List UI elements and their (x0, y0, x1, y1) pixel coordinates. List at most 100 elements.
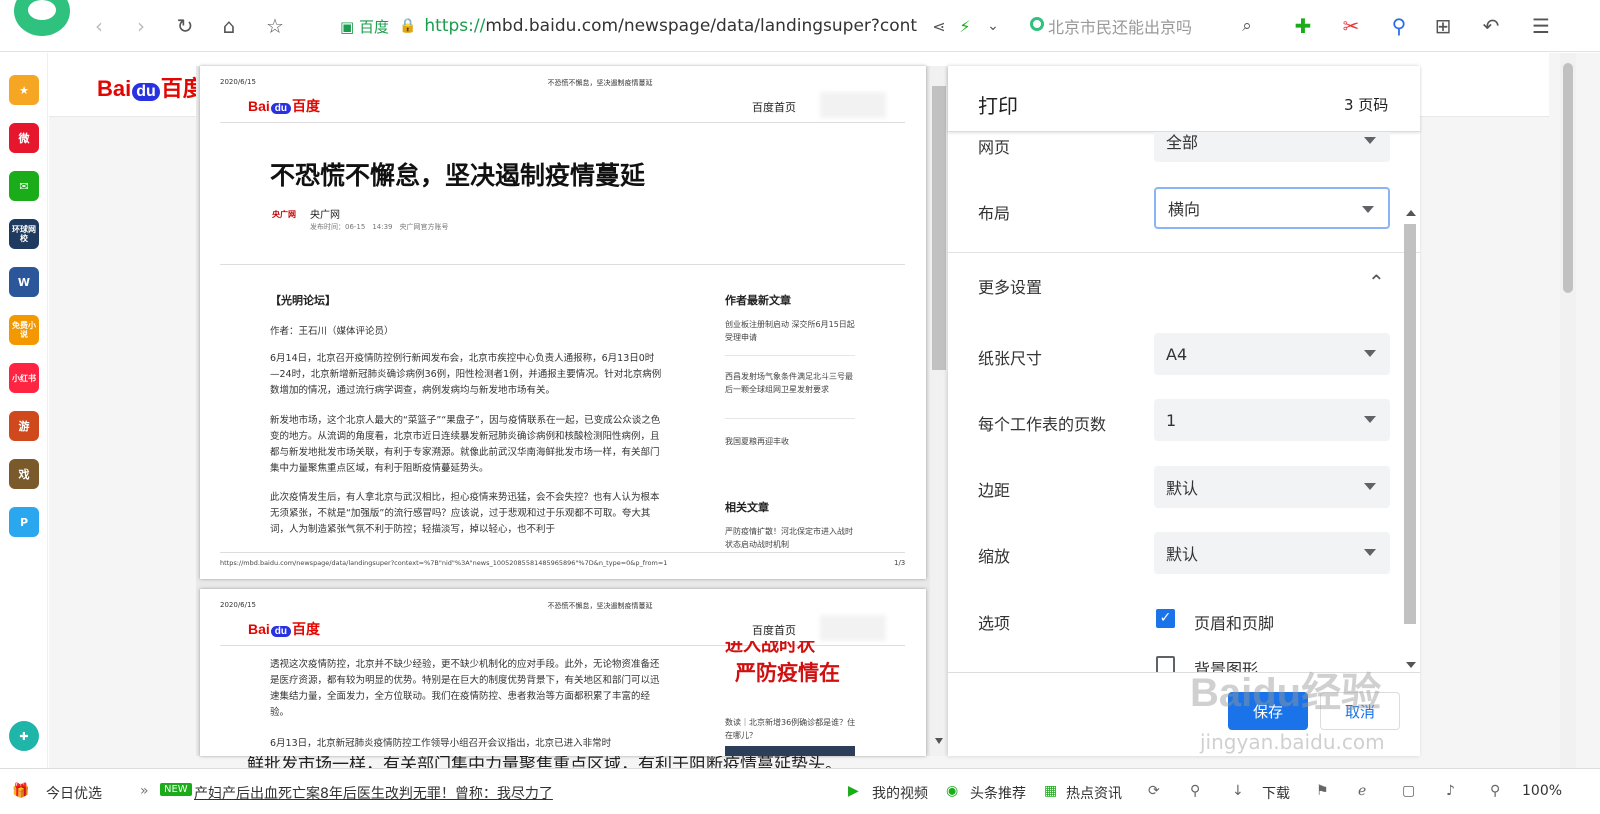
layout-value: 横向 (1168, 200, 1201, 219)
star-icon[interactable]: ☆ (262, 13, 288, 39)
home-icon[interactable]: ⌂ (216, 13, 242, 39)
zoom-level[interactable]: 100% (1522, 783, 1562, 799)
divider (725, 418, 855, 419)
sidebar-xiaohongshu-icon[interactable]: 小红书 (9, 363, 39, 393)
forward-icon[interactable]: › (128, 13, 154, 39)
undo-icon[interactable]: ↶ (1478, 13, 1504, 39)
translate-icon[interactable]: ✚ (1290, 13, 1316, 39)
lightning-icon[interactable]: ⚡ (952, 13, 978, 39)
address-bar[interactable]: ▣ 百度 🔒 https://mbd.baidu.com/newspage/da… (340, 11, 940, 41)
window-icon[interactable]: ▢ (1402, 783, 1415, 799)
back-icon[interactable]: ‹ (86, 13, 112, 39)
scroll-down-icon[interactable] (1406, 662, 1416, 668)
scroll-up-icon[interactable] (1406, 210, 1416, 216)
article-paragraph: 新发地市场，这个北京人最大的“菜篮子”“果盘子”，因与疫情联系在一起，已变成公众… (270, 415, 661, 474)
gift-icon[interactable]: 🎁 (12, 783, 29, 799)
url-text: mbd.baidu.com/newspage/data/landingsuper… (485, 16, 918, 36)
article-meta: 发布时间：06-15 14:39 央广网官方账号 (310, 223, 449, 231)
ie-icon[interactable]: ℯ (1358, 783, 1366, 799)
preview-page-1: 2020/6/15 不恐慌不懈怠，坚决遏制疫情蔓延 Bai du 百度 百度首页 不… (200, 66, 926, 579)
side-thumbnail (725, 746, 855, 756)
sidebar-word-icon[interactable]: W (9, 267, 39, 297)
baidu-logo[interactable]: Bai du 百度 (97, 71, 205, 103)
chevron-down-icon (1364, 350, 1376, 357)
pages-value: 全部 (1166, 133, 1199, 152)
pages-per-sheet-select[interactable]: 1 (1154, 399, 1390, 441)
pin-icon[interactable]: ⚲ (1190, 783, 1200, 799)
sidebar-weibo-icon[interactable]: 微 (9, 123, 39, 153)
hot-news-link[interactable]: 热点资讯 (1066, 783, 1122, 803)
headers-footers-checkbox[interactable]: ✓ (1156, 609, 1175, 628)
sidebar-favorites-icon[interactable]: ★ (9, 75, 39, 105)
chevron-down-icon (1362, 206, 1374, 213)
page-count: 3 页码 (1344, 96, 1389, 114)
pages-select[interactable]: 全部 (1154, 132, 1390, 162)
sidebar-add-icon[interactable]: ✚ (9, 721, 39, 751)
sidebar-novel-icon[interactable]: 免费小说 (9, 315, 39, 345)
play-circle-icon[interactable]: ◉ (946, 783, 958, 799)
download-link[interactable]: 下载 (1262, 783, 1290, 803)
double-chevron-icon[interactable]: » (140, 783, 149, 799)
refresh-icon[interactable]: ↻ (172, 13, 198, 39)
side-banner-text-top: 进入战时状 (725, 641, 815, 653)
blurred-box (820, 615, 886, 641)
article-headline: 不恐慌不懈怠，坚决遏制疫情蔓延 (270, 161, 646, 190)
page-scrollbar[interactable] (1560, 53, 1576, 768)
sidebar: ★ 微 ✉ 环球网校 W 免费小说小红书游戏 P ✚ (0, 53, 48, 783)
sidebar-game1-icon[interactable]: 游 (9, 411, 39, 441)
side-heading: 相关文章 (725, 501, 769, 514)
news-headline-link[interactable]: 产妇产后出血死亡案8年后医生改判无罪！曾称：我尽力了 (194, 783, 553, 803)
watermark-brand: Baidu经验 (1190, 671, 1382, 715)
today-picks[interactable]: 今日优选 (46, 783, 102, 803)
search-icon[interactable]: ⌕ (1234, 13, 1260, 39)
page-scrollbar-thumb[interactable] (1563, 63, 1573, 293)
share-icon[interactable]: ⋖ (926, 13, 952, 39)
flag-icon[interactable]: ⚑ (1316, 783, 1329, 799)
download-icon[interactable]: ↓ (1232, 783, 1244, 799)
magnifier-icon[interactable]: ⚲ (1386, 13, 1412, 39)
sidebar-huanqiu-icon[interactable]: 环球网校 (9, 219, 39, 249)
preview-scrollbar-thumb[interactable] (932, 86, 946, 370)
settings-scroll-area: 网页 全部 布局 横向 更多设置 ⌃ 纸张尺寸 A4 每个工作表的页数 1 边距… (948, 132, 1420, 672)
zoom-icon[interactable]: ⚲ (1490, 783, 1500, 799)
preview-scroll-down-icon[interactable] (935, 738, 943, 744)
pages-per-sheet-value: 1 (1166, 410, 1177, 430)
menu-icon[interactable]: ☰ (1528, 13, 1554, 39)
settings-scrollbar-thumb[interactable] (1404, 224, 1416, 624)
margin-select[interactable]: 默认 (1154, 466, 1390, 508)
volume-icon[interactable]: ♪ (1446, 783, 1455, 799)
news-icon[interactable]: ▦ (1044, 783, 1057, 799)
scale-select[interactable]: 默认 (1154, 532, 1390, 574)
sidebar-mail-icon[interactable]: ✉ (9, 171, 39, 201)
more-settings-toggle[interactable]: 更多设置 (978, 274, 1042, 298)
headers-footers-label: 页眉和页脚 (1194, 614, 1275, 633)
sidebar-p-app-icon[interactable]: P (9, 507, 39, 537)
chevron-up-icon[interactable]: ⌃ (1368, 270, 1385, 294)
apps-icon[interactable]: ⊞ (1430, 13, 1456, 39)
page-header-title: 不恐慌不懈怠，坚决遏制疫情蔓延 (547, 602, 653, 610)
layout-select[interactable]: 横向 (1154, 187, 1390, 229)
search-engine-icon[interactable] (1030, 17, 1044, 31)
paper-size-select[interactable]: A4 (1154, 333, 1390, 375)
preview-page-2: 2020/6/15 不恐慌不懈怠，坚决遏制疫情蔓延 Bai du 百度 百度首页 透… (200, 589, 926, 756)
browser-toolbar: ‹ › ↻ ⌂ ☆ ▣ 百度 🔒 https://mbd.baidu.com/n… (0, 0, 1600, 52)
layout-label: 布局 (978, 204, 1011, 223)
browser-logo-icon[interactable] (14, 0, 70, 36)
scissors-icon[interactable]: ✂ (1338, 13, 1364, 39)
side-article: 数读｜北京新增36例确诊都是谁？住在哪儿？ (725, 718, 856, 740)
background-graphics-checkbox[interactable] (1156, 656, 1175, 672)
page-header-title: 不恐慌不懈怠，坚决遏制疫情蔓延 (547, 79, 653, 87)
options-label: 选项 (978, 614, 1011, 633)
chevron-down-icon[interactable]: ⌄ (980, 13, 1006, 39)
pages-per-sheet-label: 每个工作表的页数 (978, 415, 1107, 434)
margin-value: 默认 (1166, 479, 1199, 498)
preview-scrollbar[interactable] (930, 66, 948, 756)
print-title: 打印 (978, 94, 1018, 118)
video-icon[interactable]: ▶ (848, 783, 859, 799)
my-video-link[interactable]: 我的视频 (872, 783, 928, 803)
sidebar-game2-icon[interactable]: 戏 (9, 459, 39, 489)
cert-badge[interactable]: ▣ 百度 (340, 16, 389, 37)
speed-icon[interactable]: ⟳ (1148, 783, 1160, 799)
settings-scrollbar[interactable] (1402, 136, 1418, 672)
toutiao-link[interactable]: 头条推荐 (970, 783, 1026, 803)
